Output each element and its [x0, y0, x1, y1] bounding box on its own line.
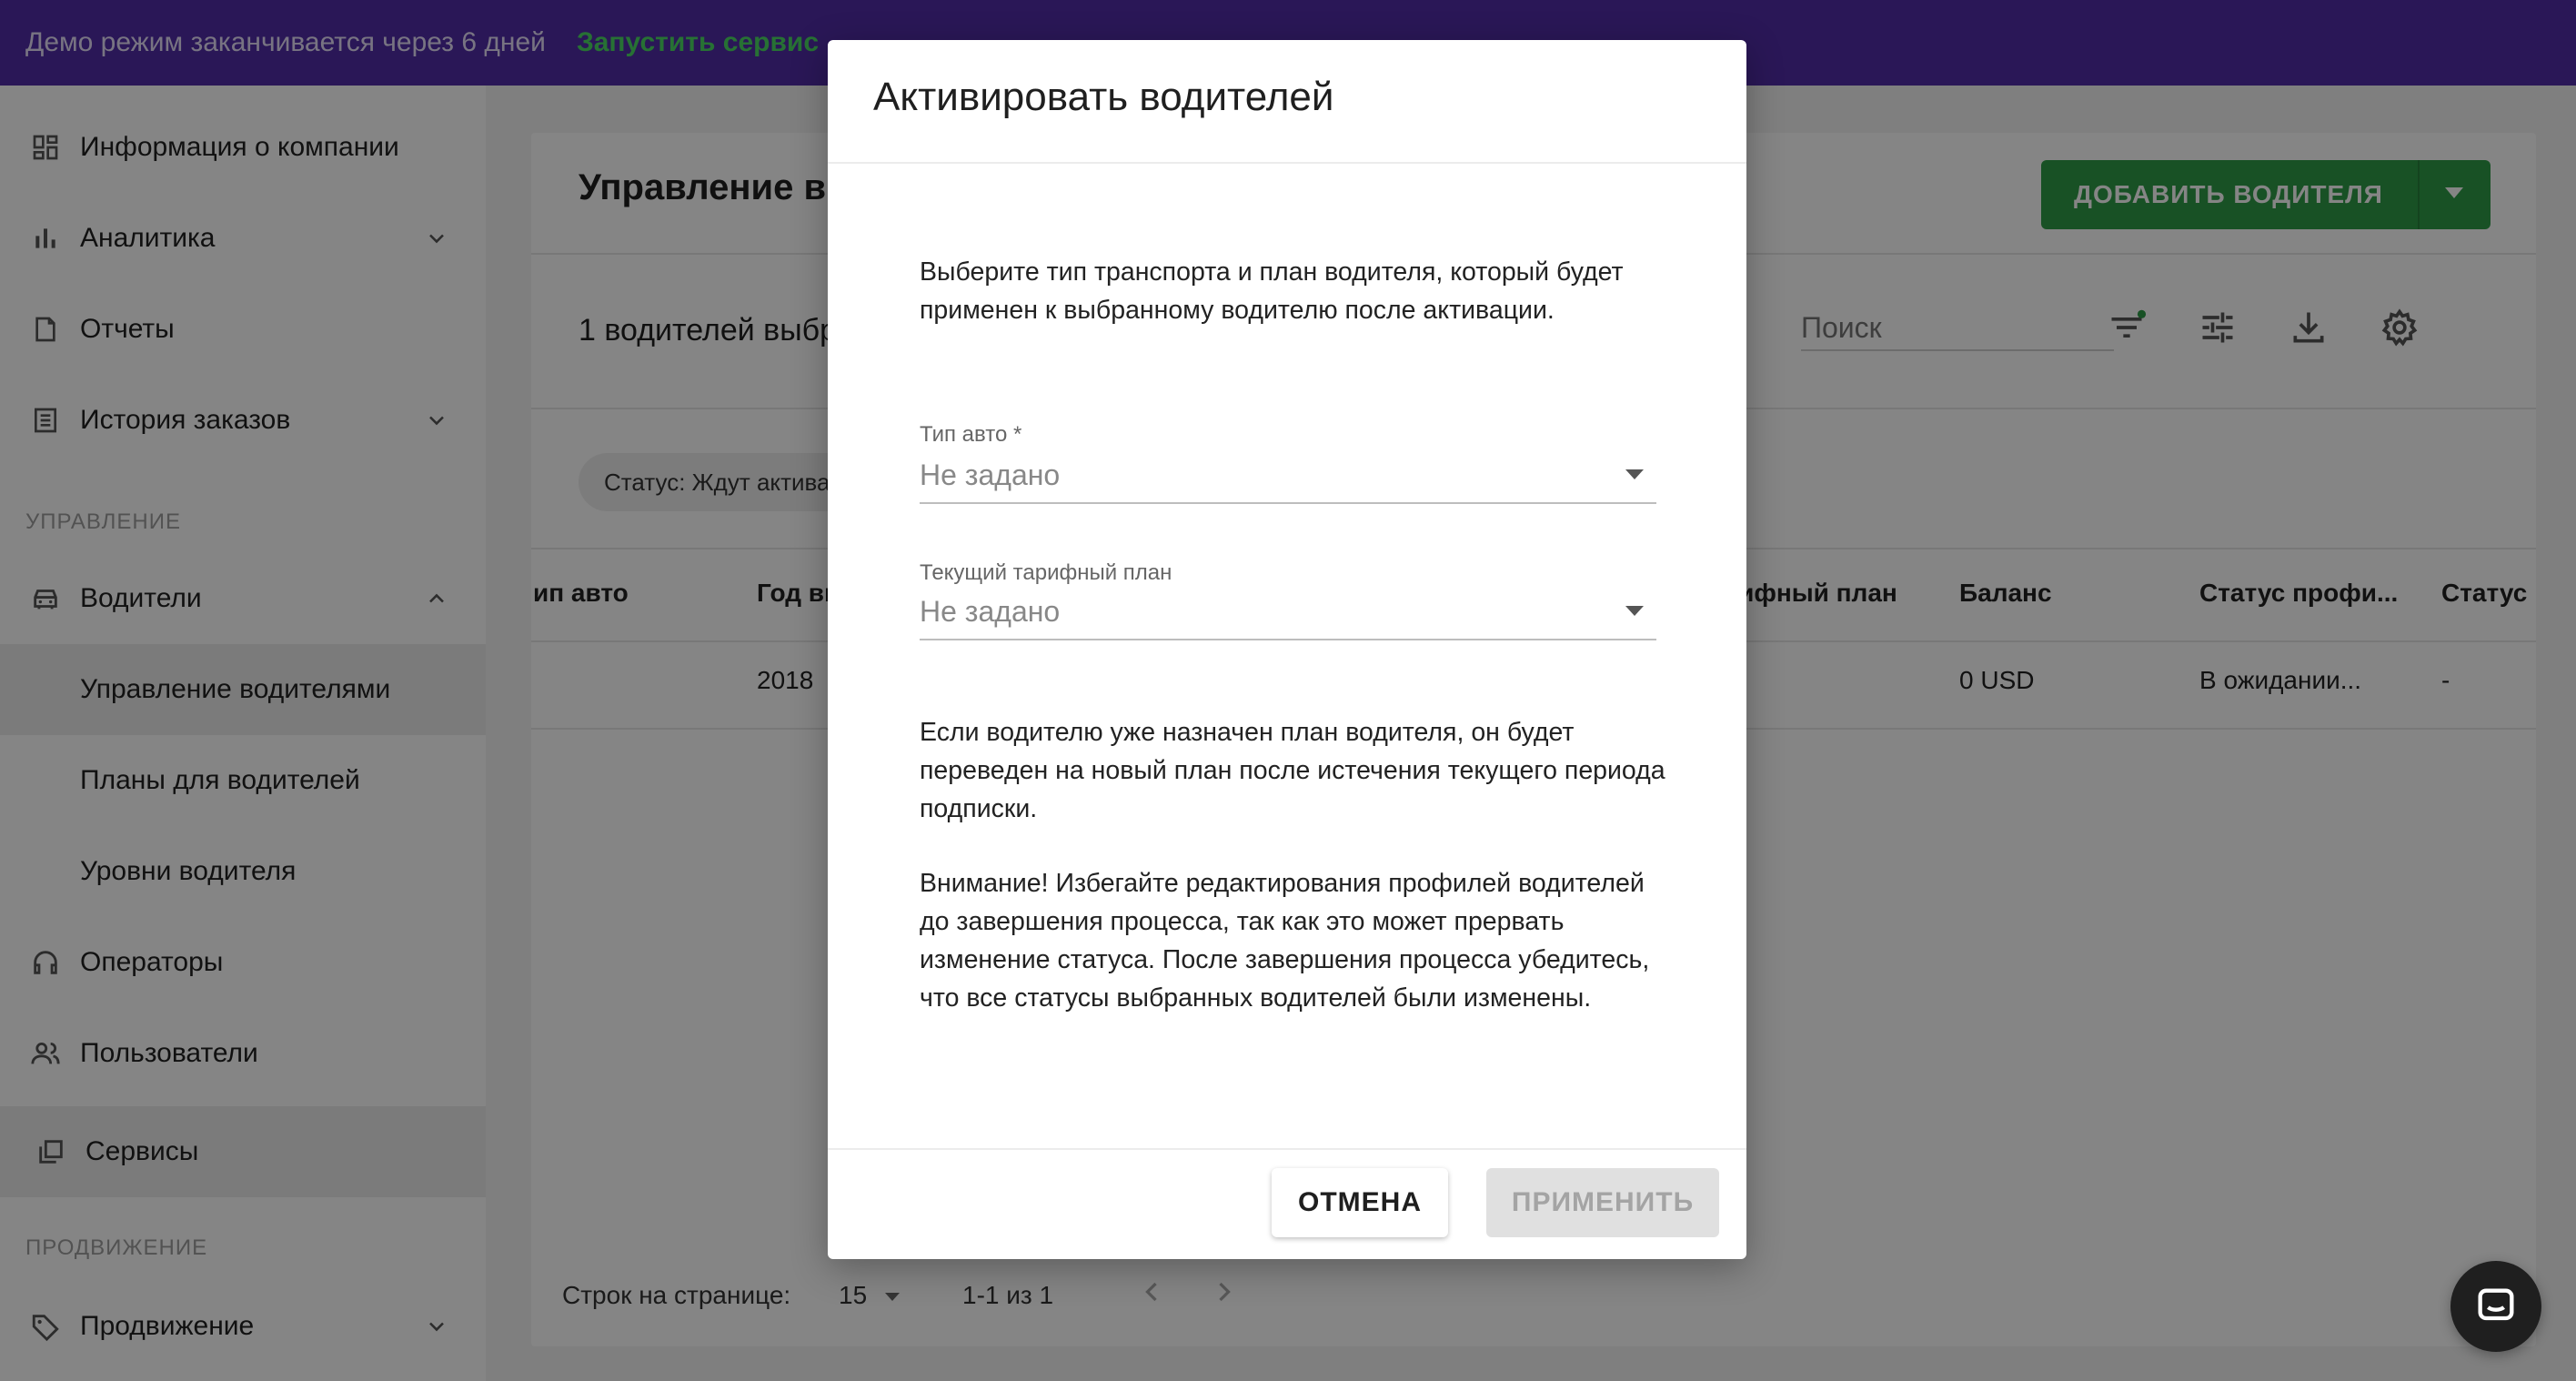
caret-down-icon [1625, 469, 1644, 479]
car-type-value: Не задано [920, 459, 1061, 491]
dialog-note-plan: Если водителю уже назначен план водителя… [920, 718, 1665, 823]
tariff-plan-value: Не задано [920, 595, 1061, 628]
dialog-intro-text: Выберите тип транспорта и план водителя,… [920, 257, 1624, 325]
car-type-select[interactable]: Не задано [920, 449, 1656, 504]
cancel-button[interactable]: ОТМЕНА [1272, 1168, 1448, 1237]
chat-icon [2478, 1288, 2514, 1321]
activate-drivers-dialog: Активировать водителей Выберите тип тран… [828, 40, 1746, 1259]
apply-button[interactable]: ПРИМЕНИТЬ [1486, 1168, 1719, 1237]
tariff-plan-label: Текущий тарифный план [920, 560, 1172, 585]
caret-down-icon [1625, 606, 1644, 616]
dialog-title: Активировать водителей [873, 75, 1334, 119]
dialog-warning-text: Внимание! Избегайте редактирования профи… [920, 869, 1650, 1013]
dialog-footer-divider [828, 1148, 1746, 1150]
tariff-plan-select[interactable]: Не задано [920, 586, 1656, 640]
car-type-label: Тип авто * [920, 422, 1022, 447]
dialog-header-divider [828, 162, 1746, 164]
chat-support-button[interactable] [2450, 1261, 2541, 1352]
